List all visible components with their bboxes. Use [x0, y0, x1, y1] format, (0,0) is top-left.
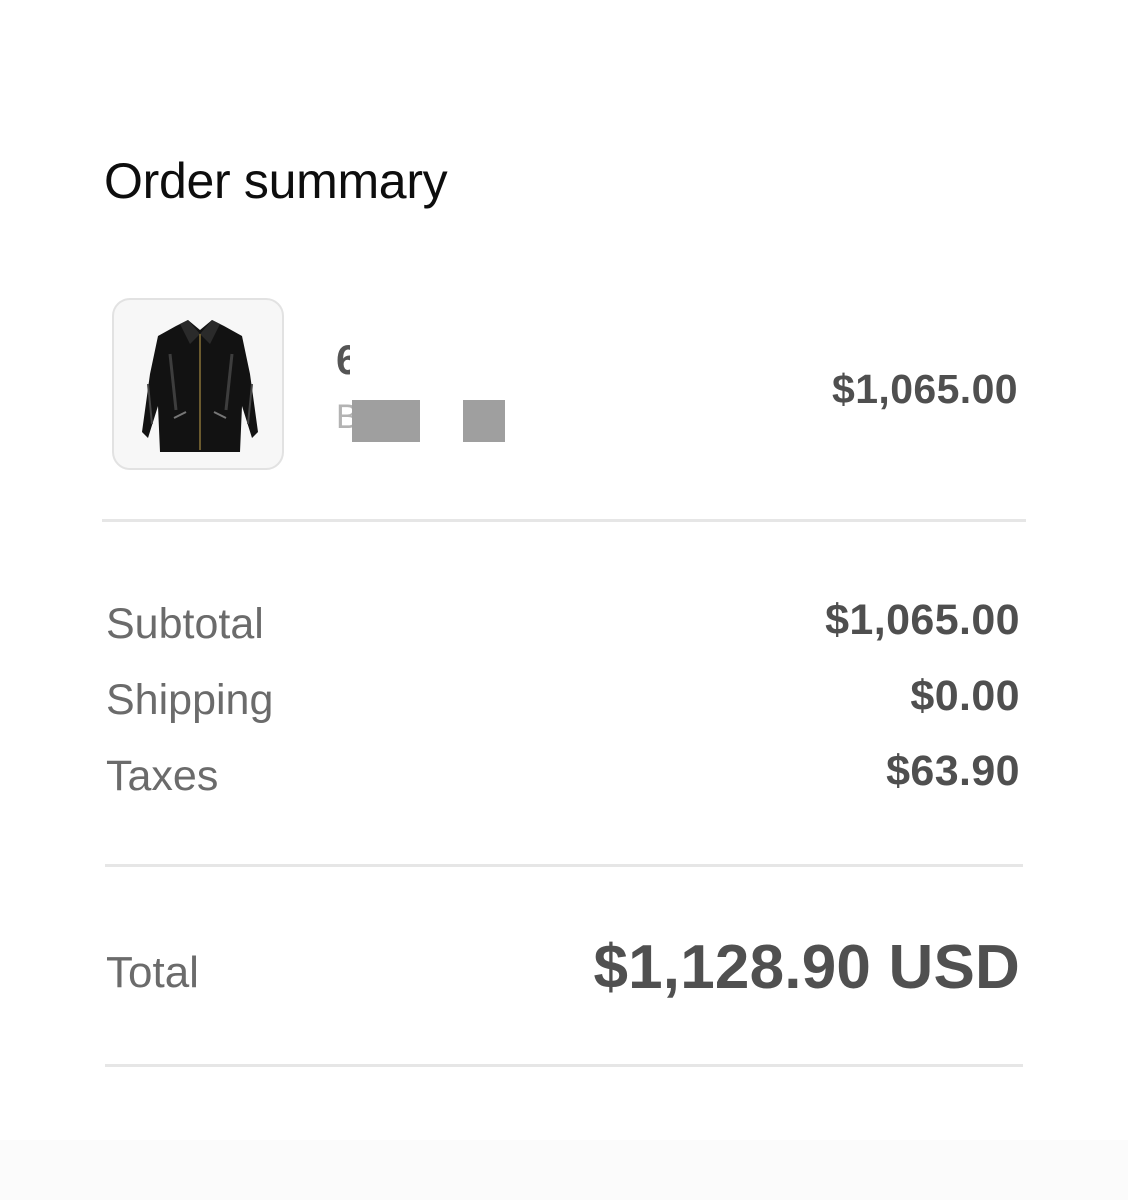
bottom-background	[0, 1140, 1128, 1200]
shipping-label: Shipping	[106, 676, 274, 724]
shipping-value: $0.00	[910, 672, 1020, 720]
product-thumbnail	[112, 298, 284, 470]
product-name: 6	[336, 336, 350, 383]
taxes-label: Taxes	[106, 752, 219, 800]
leather-jacket-icon	[142, 320, 258, 452]
total-label: Total	[106, 948, 199, 997]
divider	[105, 1064, 1023, 1067]
subtotal-label: Subtotal	[106, 600, 264, 648]
subtotal-value: $1,065.00	[825, 596, 1020, 644]
order-summary-title: Order summary	[104, 153, 448, 209]
redaction-block	[463, 400, 505, 442]
product-price: $1,065.00	[832, 366, 1018, 412]
total-value: $1,128.90 USD	[593, 933, 1020, 1002]
redaction-block	[352, 400, 420, 442]
divider	[105, 864, 1023, 867]
divider	[102, 519, 1026, 522]
taxes-value: $63.90	[886, 747, 1020, 795]
